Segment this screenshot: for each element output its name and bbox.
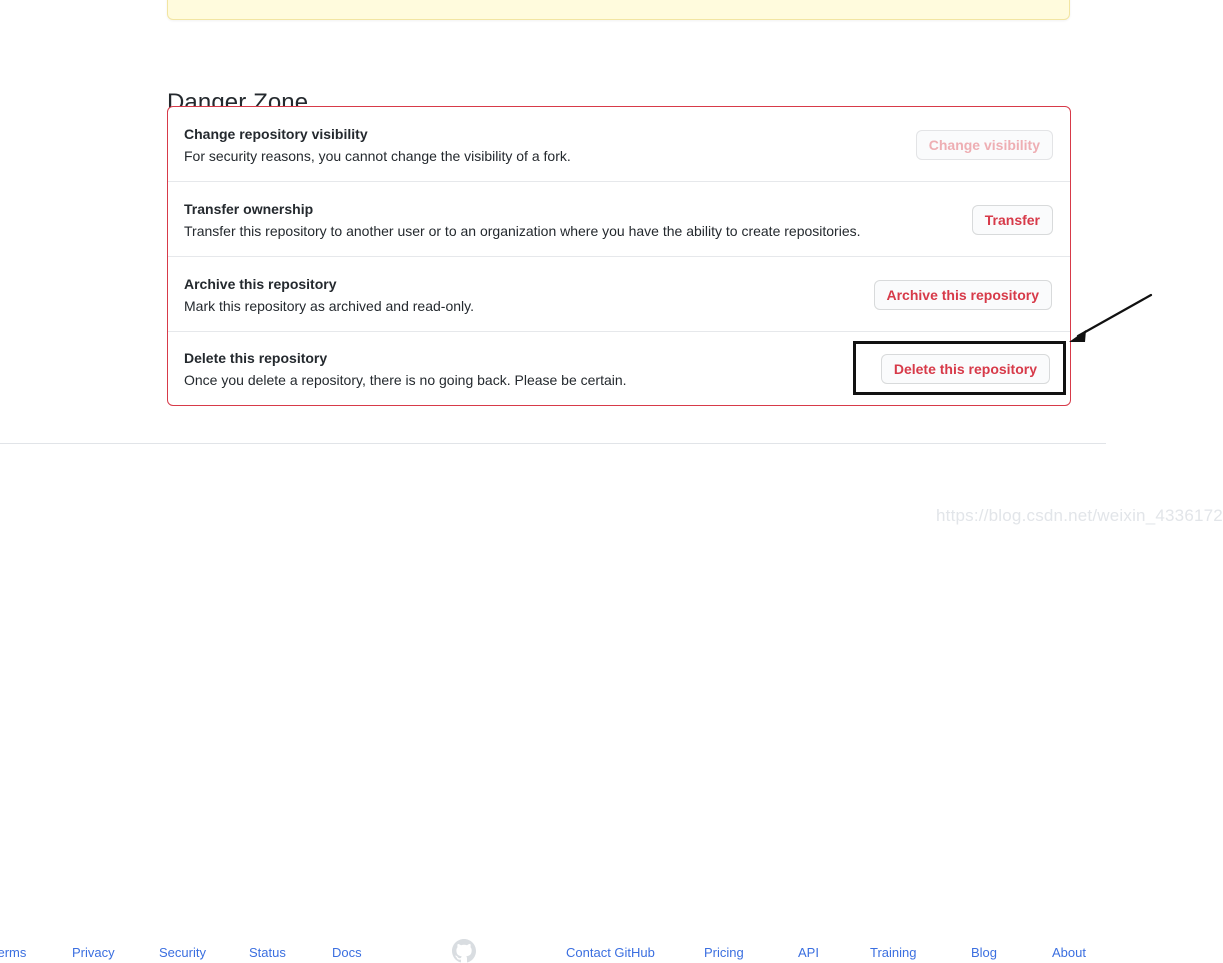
row-description: Transfer this repository to another user… bbox=[184, 222, 861, 239]
delete-repository-button[interactable]: Delete this repository bbox=[880, 354, 1050, 384]
row-description: Mark this repository as archived and rea… bbox=[184, 297, 474, 314]
danger-zone-row-transfer-ownership: Transfer ownership Transfer this reposit… bbox=[168, 181, 1070, 256]
footer-link-privacy[interactable]: Privacy bbox=[72, 944, 115, 962]
row-title: Delete this repository bbox=[184, 350, 328, 366]
row-description: Once you delete a repository, there is n… bbox=[184, 372, 627, 388]
transfer-button[interactable]: Transfer bbox=[971, 204, 1053, 235]
footer-link-api[interactable]: API bbox=[798, 944, 819, 962]
footer-link-blog[interactable]: Blog bbox=[971, 944, 997, 962]
footer-link-docs[interactable]: Docs bbox=[332, 944, 362, 962]
row-description: For security reasons, you cannot change … bbox=[184, 147, 571, 164]
row-title: Change repository visibility bbox=[184, 125, 368, 142]
footer-link-security[interactable]: Security bbox=[159, 944, 206, 962]
row-text-block: Archive this repository Mark this reposi… bbox=[184, 274, 474, 316]
footer-link-training[interactable]: Training bbox=[870, 944, 916, 962]
row-title: Archive this repository bbox=[184, 275, 337, 292]
warning-flash-box bbox=[167, 0, 1070, 20]
row-title: Transfer ownership bbox=[184, 200, 314, 217]
danger-zone-row-archive-repository: Archive this repository Mark this reposi… bbox=[168, 256, 1070, 331]
footer-link-status[interactable]: Status bbox=[249, 944, 286, 962]
footer-link-pricing[interactable]: Pricing bbox=[704, 944, 744, 962]
change-visibility-button[interactable]: Change visibility bbox=[915, 129, 1053, 160]
danger-zone-row-delete-repository: Delete this repository Once you delete a… bbox=[168, 331, 1070, 405]
row-text-block: Transfer ownership Transfer this reposit… bbox=[184, 199, 861, 241]
footer-link-terms[interactable]: Terms bbox=[0, 944, 26, 962]
footer-link-about[interactable]: About bbox=[1052, 944, 1086, 962]
annotation-arrow-icon bbox=[1069, 293, 1153, 342]
footer-divider bbox=[0, 443, 1106, 444]
archive-repository-button[interactable]: Archive this repository bbox=[873, 279, 1052, 310]
danger-zone-row-change-visibility: Change repository visibility For securit… bbox=[168, 107, 1070, 181]
github-mark-icon[interactable] bbox=[452, 939, 476, 963]
danger-zone-panel: Change repository visibility For securit… bbox=[167, 106, 1071, 406]
row-text-block: Delete this repository Once you delete a… bbox=[184, 348, 627, 390]
csdn-watermark: https://blog.csdn.net/weixin_43361722 bbox=[936, 506, 1223, 525]
footer-link-contact-github[interactable]: Contact GitHub bbox=[566, 944, 655, 962]
row-text-block: Change repository visibility For securit… bbox=[184, 124, 571, 166]
